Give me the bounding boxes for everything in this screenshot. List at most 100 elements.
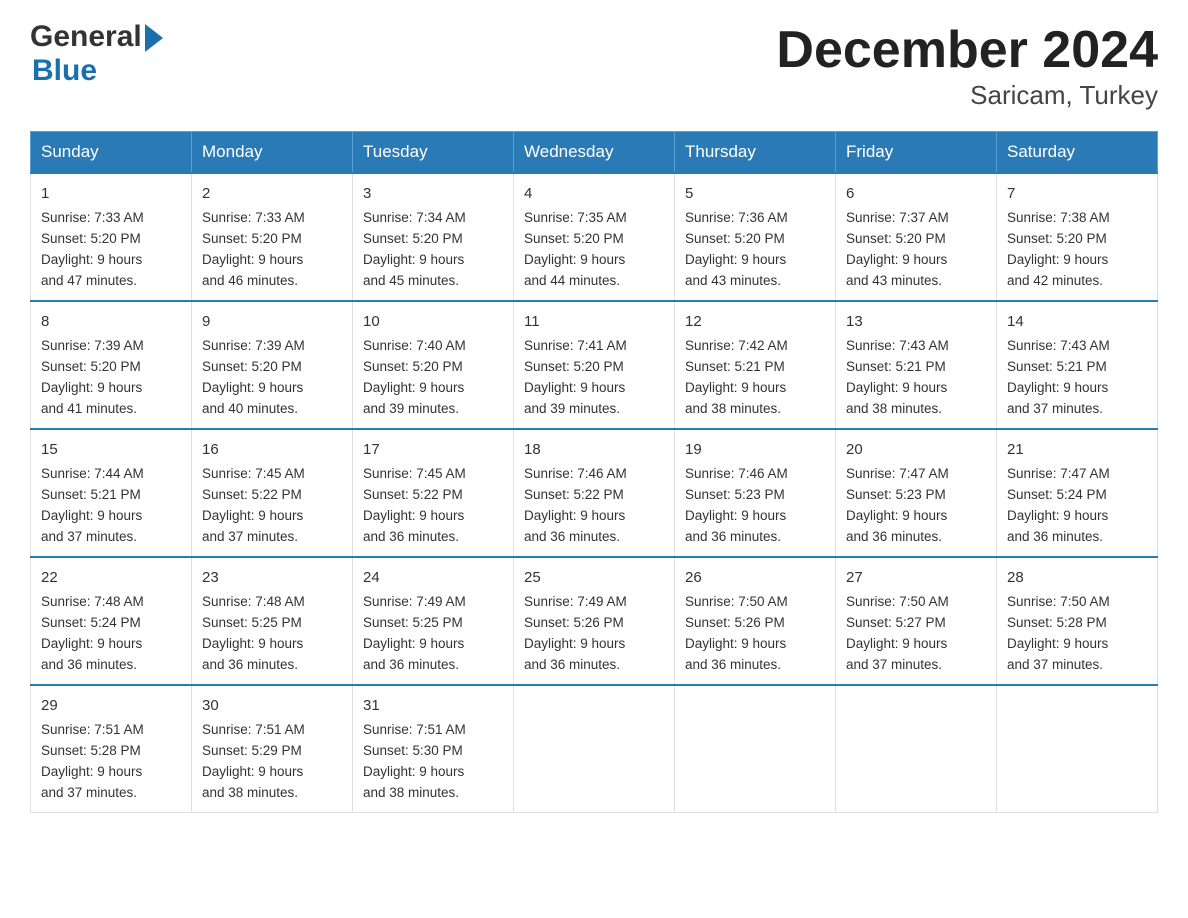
calendar-week-row: 22Sunrise: 7:48 AMSunset: 5:24 PMDayligh…	[31, 557, 1158, 685]
daylight-label: Daylight: 9 hours	[202, 508, 303, 523]
calendar-cell: 29Sunrise: 7:51 AMSunset: 5:28 PMDayligh…	[31, 685, 192, 812]
daylight-minutes: and 36 minutes.	[363, 529, 459, 544]
sunrise-label: Sunrise: 7:46 AM	[685, 466, 788, 481]
daylight-label: Daylight: 9 hours	[1007, 252, 1108, 267]
day-of-week-header: Friday	[836, 132, 997, 174]
sunset-label: Sunset: 5:22 PM	[363, 487, 463, 502]
daylight-label: Daylight: 9 hours	[846, 508, 947, 523]
daylight-label: Daylight: 9 hours	[846, 252, 947, 267]
daylight-minutes: and 36 minutes.	[524, 657, 620, 672]
sunset-label: Sunset: 5:24 PM	[41, 615, 141, 630]
calendar-cell: 17Sunrise: 7:45 AMSunset: 5:22 PMDayligh…	[353, 429, 514, 557]
daylight-minutes: and 36 minutes.	[1007, 529, 1103, 544]
calendar-cell: 28Sunrise: 7:50 AMSunset: 5:28 PMDayligh…	[997, 557, 1158, 685]
sunrise-label: Sunrise: 7:35 AM	[524, 210, 627, 225]
daylight-minutes: and 36 minutes.	[524, 529, 620, 544]
calendar-cell: 25Sunrise: 7:49 AMSunset: 5:26 PMDayligh…	[514, 557, 675, 685]
sunset-label: Sunset: 5:20 PM	[1007, 231, 1107, 246]
day-of-week-header: Thursday	[675, 132, 836, 174]
logo: General Blue	[30, 20, 163, 88]
sunrise-label: Sunrise: 7:50 AM	[846, 594, 949, 609]
calendar-cell: 2Sunrise: 7:33 AMSunset: 5:20 PMDaylight…	[192, 173, 353, 301]
day-of-week-header: Wednesday	[514, 132, 675, 174]
sunrise-label: Sunrise: 7:51 AM	[202, 722, 305, 737]
sunset-label: Sunset: 5:20 PM	[846, 231, 946, 246]
day-number: 27	[846, 566, 986, 589]
day-number: 11	[524, 310, 664, 333]
sunset-label: Sunset: 5:22 PM	[524, 487, 624, 502]
daylight-minutes: and 36 minutes.	[363, 657, 459, 672]
daylight-minutes: and 37 minutes.	[846, 657, 942, 672]
daylight-label: Daylight: 9 hours	[363, 764, 464, 779]
sunset-label: Sunset: 5:21 PM	[846, 359, 946, 374]
sunset-label: Sunset: 5:20 PM	[524, 359, 624, 374]
sunset-label: Sunset: 5:20 PM	[41, 231, 141, 246]
daylight-label: Daylight: 9 hours	[685, 508, 786, 523]
sunset-label: Sunset: 5:23 PM	[846, 487, 946, 502]
day-number: 9	[202, 310, 342, 333]
daylight-label: Daylight: 9 hours	[685, 380, 786, 395]
daylight-minutes: and 38 minutes.	[685, 401, 781, 416]
sunrise-label: Sunrise: 7:45 AM	[363, 466, 466, 481]
daylight-minutes: and 38 minutes.	[846, 401, 942, 416]
calendar-header-row: SundayMondayTuesdayWednesdayThursdayFrid…	[31, 132, 1158, 174]
sunset-label: Sunset: 5:30 PM	[363, 743, 463, 758]
calendar-cell	[997, 685, 1158, 812]
calendar-cell: 19Sunrise: 7:46 AMSunset: 5:23 PMDayligh…	[675, 429, 836, 557]
daylight-label: Daylight: 9 hours	[846, 380, 947, 395]
calendar-cell: 16Sunrise: 7:45 AMSunset: 5:22 PMDayligh…	[192, 429, 353, 557]
sunrise-label: Sunrise: 7:51 AM	[363, 722, 466, 737]
daylight-minutes: and 37 minutes.	[1007, 657, 1103, 672]
day-of-week-header: Saturday	[997, 132, 1158, 174]
day-number: 20	[846, 438, 986, 461]
sunset-label: Sunset: 5:20 PM	[685, 231, 785, 246]
daylight-minutes: and 40 minutes.	[202, 401, 298, 416]
sunrise-label: Sunrise: 7:48 AM	[202, 594, 305, 609]
calendar-cell: 23Sunrise: 7:48 AMSunset: 5:25 PMDayligh…	[192, 557, 353, 685]
page-header: General Blue December 2024 Saricam, Turk…	[30, 20, 1158, 111]
title-block: December 2024 Saricam, Turkey	[776, 20, 1158, 111]
logo-arrow-icon	[145, 24, 163, 52]
sunrise-label: Sunrise: 7:33 AM	[41, 210, 144, 225]
calendar-cell: 21Sunrise: 7:47 AMSunset: 5:24 PMDayligh…	[997, 429, 1158, 557]
day-number: 1	[41, 182, 181, 205]
sunrise-label: Sunrise: 7:33 AM	[202, 210, 305, 225]
sunset-label: Sunset: 5:20 PM	[363, 231, 463, 246]
sunrise-label: Sunrise: 7:44 AM	[41, 466, 144, 481]
day-number: 28	[1007, 566, 1147, 589]
day-number: 21	[1007, 438, 1147, 461]
calendar-cell: 24Sunrise: 7:49 AMSunset: 5:25 PMDayligh…	[353, 557, 514, 685]
sunrise-label: Sunrise: 7:50 AM	[685, 594, 788, 609]
daylight-minutes: and 41 minutes.	[41, 401, 137, 416]
calendar-cell: 1Sunrise: 7:33 AMSunset: 5:20 PMDaylight…	[31, 173, 192, 301]
sunset-label: Sunset: 5:25 PM	[363, 615, 463, 630]
calendar-cell: 13Sunrise: 7:43 AMSunset: 5:21 PMDayligh…	[836, 301, 997, 429]
calendar-cell: 11Sunrise: 7:41 AMSunset: 5:20 PMDayligh…	[514, 301, 675, 429]
sunrise-label: Sunrise: 7:49 AM	[524, 594, 627, 609]
daylight-minutes: and 37 minutes.	[202, 529, 298, 544]
sunset-label: Sunset: 5:22 PM	[202, 487, 302, 502]
sunset-label: Sunset: 5:20 PM	[41, 359, 141, 374]
daylight-minutes: and 36 minutes.	[846, 529, 942, 544]
day-number: 23	[202, 566, 342, 589]
daylight-minutes: and 43 minutes.	[846, 273, 942, 288]
daylight-minutes: and 42 minutes.	[1007, 273, 1103, 288]
day-number: 26	[685, 566, 825, 589]
sunrise-label: Sunrise: 7:38 AM	[1007, 210, 1110, 225]
sunrise-label: Sunrise: 7:42 AM	[685, 338, 788, 353]
day-number: 16	[202, 438, 342, 461]
sunset-label: Sunset: 5:28 PM	[41, 743, 141, 758]
calendar-cell: 4Sunrise: 7:35 AMSunset: 5:20 PMDaylight…	[514, 173, 675, 301]
sunset-label: Sunset: 5:27 PM	[846, 615, 946, 630]
calendar-cell: 14Sunrise: 7:43 AMSunset: 5:21 PMDayligh…	[997, 301, 1158, 429]
calendar-cell: 15Sunrise: 7:44 AMSunset: 5:21 PMDayligh…	[31, 429, 192, 557]
daylight-minutes: and 45 minutes.	[363, 273, 459, 288]
calendar-cell	[514, 685, 675, 812]
daylight-minutes: and 38 minutes.	[363, 785, 459, 800]
daylight-label: Daylight: 9 hours	[846, 636, 947, 651]
daylight-label: Daylight: 9 hours	[524, 636, 625, 651]
sunrise-label: Sunrise: 7:40 AM	[363, 338, 466, 353]
logo-general: General	[30, 20, 142, 54]
daylight-label: Daylight: 9 hours	[1007, 636, 1108, 651]
sunrise-label: Sunrise: 7:49 AM	[363, 594, 466, 609]
